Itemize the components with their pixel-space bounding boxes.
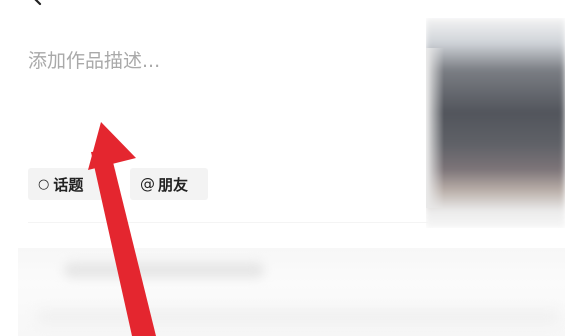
description-input[interactable] (28, 46, 408, 136)
topic-chip[interactable]: ○ 话题 (28, 168, 116, 200)
publish-screen: ○ 话题 @ 朋友 (0, 0, 565, 336)
cover-edge-fade (426, 48, 444, 208)
divider (28, 222, 428, 223)
cover-image (426, 18, 565, 228)
at-icon: @ (140, 175, 155, 193)
blurred-text (64, 262, 264, 278)
blurred-settings-row (18, 248, 565, 336)
back-chevron-icon (34, 0, 42, 6)
blurred-text-2 (38, 310, 558, 324)
friend-chip-label: 朋友 (158, 175, 189, 194)
topic-chip-label: 话题 (53, 175, 84, 194)
cover-thumbnail[interactable] (426, 18, 565, 228)
back-button[interactable] (28, 0, 46, 6)
friend-chip[interactable]: @ 朋友 (130, 168, 208, 200)
hash-circle-icon: ○ (38, 176, 50, 192)
